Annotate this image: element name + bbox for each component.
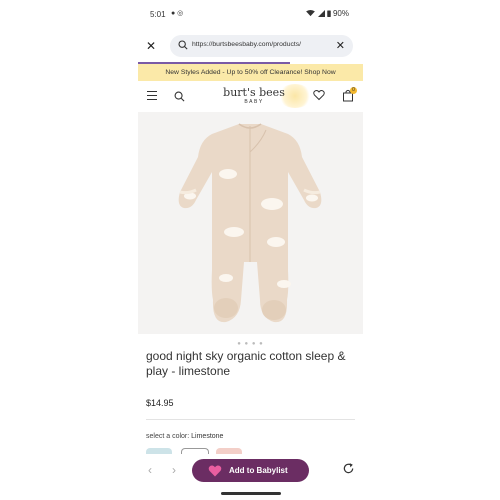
color-label: select a color: bbox=[146, 433, 190, 440]
reload-icon[interactable] bbox=[342, 462, 355, 475]
battery-icon bbox=[327, 10, 331, 18]
product-title: good night sky organic cotton sleep & pl… bbox=[146, 349, 346, 378]
color-selector-label: select a color: Limestone bbox=[146, 433, 223, 440]
wifi-icon bbox=[306, 10, 316, 17]
menu-icon[interactable] bbox=[147, 91, 157, 100]
site-search-icon[interactable] bbox=[174, 91, 185, 102]
close-tab-icon[interactable]: ✕ bbox=[146, 39, 156, 53]
status-right: 90% bbox=[306, 9, 349, 18]
logo-sub-text: BABY bbox=[244, 99, 264, 105]
wishlist-heart-icon[interactable] bbox=[313, 89, 325, 101]
promo-banner[interactable]: New Styles Added - Up to 50% off Clearan… bbox=[138, 64, 363, 81]
bottom-toolbar: ‹ › Add to Babylist bbox=[138, 454, 363, 488]
clear-url-icon[interactable]: ✕ bbox=[336, 39, 345, 52]
notification-icons: ● ◎ bbox=[171, 10, 184, 17]
home-indicator[interactable] bbox=[221, 492, 281, 495]
battery-percent: 90% bbox=[332, 9, 349, 18]
phone-screen: 5:01 ● ◎ 90% ✕ https://burtsbeesbaby.com… bbox=[138, 0, 363, 500]
back-icon[interactable]: ‹ bbox=[148, 463, 152, 477]
logo-main-text: burt's bees bbox=[223, 86, 285, 99]
browser-toolbar: ✕ https://burtsbeesbaby.com/products/ ✕ bbox=[138, 33, 363, 59]
sleeper-illustration bbox=[178, 123, 322, 323]
product-image[interactable] bbox=[138, 112, 363, 334]
status-time: 5:01 bbox=[150, 10, 166, 19]
image-carousel-dots[interactable]: ● ● ● ● bbox=[138, 341, 363, 347]
divider bbox=[146, 419, 355, 420]
heart-icon bbox=[208, 465, 222, 477]
brand-logo[interactable]: burt's bees BABY bbox=[214, 86, 294, 105]
url-bar[interactable]: https://burtsbeesbaby.com/products/ ✕ bbox=[170, 35, 353, 57]
url-text[interactable]: https://burtsbeesbaby.com/products/ bbox=[192, 41, 330, 48]
status-bar: 5:01 ● ◎ 90% bbox=[138, 0, 363, 28]
product-price: $14.95 bbox=[146, 398, 174, 408]
signal-icon bbox=[317, 10, 325, 18]
forward-icon[interactable]: › bbox=[172, 463, 176, 477]
search-icon bbox=[178, 40, 188, 50]
add-to-babylist-label: Add to Babylist bbox=[229, 466, 288, 475]
add-to-babylist-button[interactable]: Add to Babylist bbox=[192, 459, 309, 482]
cart-count-badge: 0 bbox=[350, 87, 357, 94]
site-header: burt's bees BABY 0 bbox=[138, 84, 363, 110]
selected-color: Limestone bbox=[191, 433, 224, 440]
